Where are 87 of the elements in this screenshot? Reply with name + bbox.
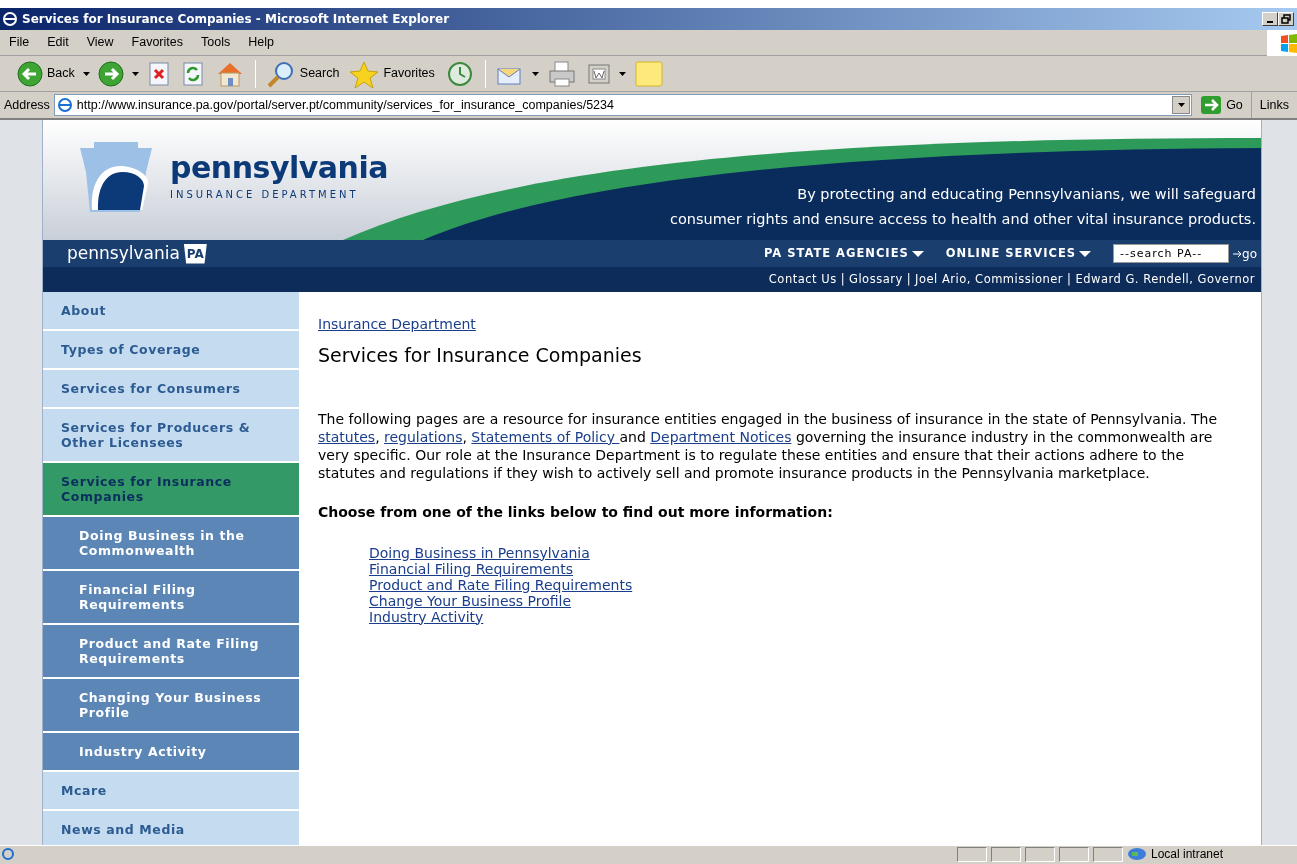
go-button[interactable]: Go — [1192, 95, 1251, 115]
restore-icon — [1281, 14, 1291, 24]
header-link[interactable]: Joel Ario, Commissioner — [915, 270, 1064, 289]
nav-dropdown[interactable]: ONLINE SERVICES — [945, 244, 1092, 263]
forward-icon — [97, 60, 124, 87]
sidebar-item[interactable]: Services for Consumers — [43, 370, 299, 409]
dropdown-caret-icon[interactable] — [81, 69, 91, 78]
window-title: Services for Insurance Companies - Microsoft Internet Explorer — [22, 11, 450, 28]
inline-link[interactable]: statutes — [318, 428, 376, 445]
section-prompt: Choose from one of the links below to find out more information: — [318, 502, 834, 522]
separator: | — [1067, 270, 1072, 288]
search-icon — [265, 59, 296, 88]
status-panel — [1093, 846, 1123, 862]
dropdown-caret-icon[interactable] — [617, 69, 627, 78]
header-link[interactable]: Glossary — [849, 270, 903, 289]
separator: | — [906, 270, 912, 288]
refresh-icon — [180, 60, 205, 87]
status-panel — [1059, 846, 1089, 862]
restore-button[interactable] — [1278, 12, 1294, 26]
menu-item[interactable]: View — [77, 33, 123, 52]
sidebar-subitem[interactable]: Changing Your Business Profile — [43, 679, 299, 733]
dropdown-caret-icon[interactable] — [1176, 101, 1186, 109]
state-wordmark: pennsylvania — [67, 241, 180, 265]
star-icon — [349, 59, 380, 88]
dropdown-caret-icon — [911, 249, 924, 258]
menu-item[interactable]: Tools — [192, 33, 240, 52]
back-button[interactable]: Back — [14, 57, 78, 90]
intro-paragraph: The following pages are a resource for insurance entities engaged in the business of insurance in the state of Pennsylvania. The statutes, regulations, Statements of Policy and Department Notices governing the insurance industry in the commonwealth are very specific. Our role at the Insurance Department is to regulate these entities and ensure that their actions adhere to the statutes and regulations if they wish to actively sell and promote insurance products in the Pennsylvania marketplace. — [318, 409, 1219, 482]
resource-link[interactable]: Product and Rate Filing Requirements — [369, 576, 633, 593]
resource-link[interactable]: Industry Activity — [369, 608, 484, 625]
windows-logo-icon — [1279, 32, 1297, 53]
dropdown-caret-icon[interactable] — [530, 69, 540, 78]
address-label: Address — [3, 96, 51, 114]
header-link[interactable]: Contact Us — [768, 270, 837, 289]
resource-link[interactable]: Financial Filing Requirements — [369, 560, 573, 577]
sidebar-item[interactable]: Services for Insurance Companies — [43, 463, 299, 517]
favorites-button[interactable]: Favorites — [346, 57, 438, 90]
inline-link[interactable]: regulations — [384, 428, 463, 445]
globe-icon — [1127, 847, 1147, 861]
go-link[interactable]: go — [1233, 244, 1257, 263]
sidebar-item[interactable]: About — [43, 292, 299, 331]
status-panel — [1025, 846, 1055, 862]
menu-item[interactable]: Help — [239, 33, 283, 52]
sidebar-subitem[interactable]: Industry Activity — [43, 733, 299, 772]
resource-link[interactable]: Change Your Business Profile — [369, 592, 572, 609]
address-field[interactable]: http://www.insurance.pa.gov/portal/server.pt/community/services_for_insurance_companies/5234 — [53, 94, 1193, 116]
inline-link[interactable]: Statements of Policy — [471, 428, 620, 445]
status-panel — [991, 846, 1021, 862]
arrow-icon — [1233, 249, 1243, 258]
page-icon — [0, 847, 16, 861]
search-button[interactable]: Search — [262, 57, 343, 90]
note-icon — [633, 59, 664, 88]
menu-item[interactable]: Edit — [38, 33, 78, 52]
header-link[interactable]: Edward G. Rendell, Governor — [1075, 270, 1255, 289]
sidebar-item[interactable]: Mcare — [43, 772, 299, 811]
stop-icon — [146, 60, 171, 87]
browser-icon — [2, 11, 18, 27]
menu-item[interactable]: File — [0, 33, 39, 52]
printer-icon — [546, 59, 577, 88]
page-heading: Services for Insurance Companies — [318, 343, 643, 368]
state-badge: PA — [183, 243, 207, 264]
search-field[interactable]: --search PA-- — [1113, 244, 1230, 263]
inline-link[interactable]: Department Notices — [650, 428, 792, 445]
tagline: consumer rights and ensure access to health and other vital insurance products. — [669, 210, 1256, 229]
sidebar-item[interactable]: Services for Producers & Other Licensees — [43, 409, 299, 463]
dropdown-caret-icon — [1079, 249, 1092, 258]
nav-dropdown[interactable]: PA STATE AGENCIES — [763, 244, 924, 263]
resource-link[interactable]: Doing Business in Pennsylvania — [369, 544, 590, 561]
sidebar-subitem[interactable]: Product and Rate Filing Requirements — [43, 625, 299, 679]
dropdown-caret-icon[interactable] — [130, 69, 140, 78]
status-panel — [957, 846, 987, 862]
back-icon — [17, 60, 43, 87]
sidebar-subitem[interactable]: Financial Filing Requirements — [43, 571, 299, 625]
site-subtitle: INSURANCE DEPARTMENT — [170, 187, 360, 202]
separator: | — [840, 270, 845, 288]
sidebar-item[interactable]: Types of Coverage — [43, 331, 299, 370]
links-button[interactable]: Links — [1250, 92, 1297, 118]
tagline: By protecting and educating Pennsylvanians, we will safeguard — [796, 185, 1256, 204]
document-icon — [586, 61, 611, 86]
zone-indicator: Local intranet — [1127, 845, 1297, 863]
page-icon — [56, 97, 73, 113]
site-title: pennsylvania — [170, 152, 388, 183]
minimize-button[interactable] — [1262, 12, 1278, 26]
sidebar-item[interactable]: News and Media — [43, 811, 299, 845]
menu-item[interactable]: Favorites — [122, 33, 192, 52]
breadcrumb-link[interactable]: Insurance Department — [318, 314, 476, 335]
sidebar-subitem[interactable]: Doing Business in the Commonwealth — [43, 517, 299, 571]
